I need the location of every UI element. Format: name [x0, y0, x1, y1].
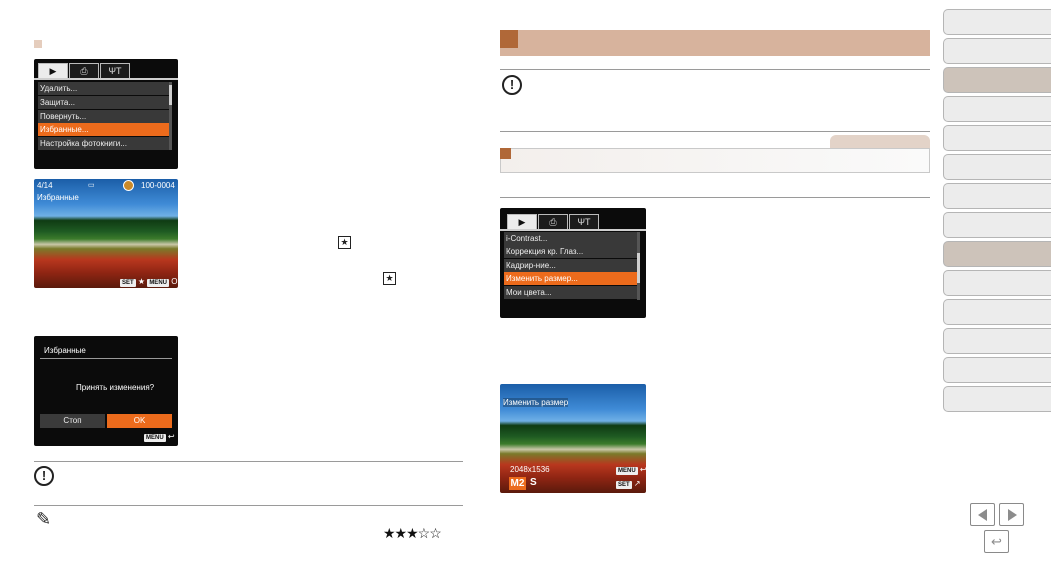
favorites-photo-screen: 4/14 ▭ 100-0004 Избранные SET ★ MENU OK	[34, 179, 178, 288]
dialog-title: Избранные	[44, 346, 86, 355]
nav-section-3[interactable]	[943, 67, 1051, 93]
tab-playback[interactable]: ▶	[38, 63, 68, 78]
tab-setup[interactable]: ΨT	[569, 214, 599, 229]
menu-item-favorites[interactable]: Избранные...	[38, 123, 171, 136]
caution-rule-top	[500, 69, 930, 70]
mode-label: Избранные	[37, 193, 79, 202]
tab-setup[interactable]: ΨT	[100, 63, 130, 78]
nav-section-2[interactable]	[943, 38, 1051, 64]
size-s-option[interactable]: S	[530, 477, 537, 488]
menu-tab-rule	[500, 229, 646, 231]
dialog-question: Принять изменения?	[76, 383, 155, 392]
nav-section-9[interactable]	[943, 241, 1051, 267]
section-title-marker	[500, 30, 518, 48]
stop-button[interactable]: Стоп	[40, 414, 105, 428]
tab-print[interactable]: ⎙	[538, 214, 568, 229]
menu-item-resize[interactable]: Изменить размер...	[504, 272, 637, 285]
prev-arrow-icon	[978, 509, 987, 521]
menu-item-my-colors[interactable]: Мои цвета...	[504, 286, 637, 299]
nav-section-7[interactable]	[943, 183, 1051, 209]
menu-item-protect[interactable]: Защита...	[38, 96, 171, 109]
battery-icon: ▭	[88, 182, 95, 189]
divider	[500, 197, 930, 198]
tab-playback[interactable]: ▶	[507, 214, 537, 229]
subsection-title-bar	[500, 148, 930, 173]
nav-section-13[interactable]	[943, 357, 1051, 383]
menu-item-photobook[interactable]: Настройка фотокниги...	[38, 137, 171, 150]
resolution-label: 2048x1536	[510, 465, 550, 474]
menu-tabs: ▶ ⎙ ΨT	[38, 63, 131, 78]
back-icon: ↩	[167, 432, 175, 441]
pencil-icon: ✎	[36, 509, 52, 529]
menu-item-i-contrast[interactable]: i-Contrast...	[504, 232, 637, 245]
menu-item-crop[interactable]: Кадрир-ние...	[504, 259, 637, 272]
set-key: SET	[120, 279, 136, 287]
star-box-icon: ★	[383, 272, 396, 285]
menu-scroll-thumb[interactable]	[169, 85, 172, 105]
resize-photo-screen: Изменить размер 2048x1536 M2 S MENU ↩ SE…	[500, 384, 646, 493]
nav-section-6[interactable]	[943, 154, 1051, 180]
size-m2-badge[interactable]: M2	[509, 477, 526, 490]
menu-key: MENU	[616, 467, 638, 475]
dialog-back-hint: MENU ↩	[144, 432, 175, 442]
menu-item-red-eye[interactable]: Коррекция кр. Глаз...	[504, 245, 637, 258]
menu-item-delete[interactable]: Удалить...	[38, 82, 171, 95]
nav-section-4[interactable]	[943, 96, 1051, 122]
caution-rule-bottom	[34, 505, 463, 506]
back-icon: ↩	[991, 534, 1002, 549]
next-arrow-icon	[1008, 509, 1017, 521]
mode-label: Изменить размер	[503, 398, 569, 407]
nav-section-12[interactable]	[943, 328, 1051, 354]
rating-stars: ★★★☆☆	[383, 525, 442, 541]
menu-scroll-thumb[interactable]	[637, 253, 640, 283]
nav-section-5[interactable]	[943, 125, 1051, 151]
nav-section-8[interactable]	[943, 212, 1051, 238]
next-page-button[interactable]	[999, 503, 1024, 526]
caution-rule-bottom	[500, 131, 930, 132]
section-title-bar	[500, 30, 930, 56]
back-icon: ↩	[639, 465, 646, 474]
nav-section-1[interactable]	[943, 9, 1051, 35]
tab-print[interactable]: ⎙	[69, 63, 99, 78]
set-edit-hint: SET ↗	[616, 479, 641, 489]
menu-tab-rule	[34, 78, 178, 80]
menu-back-hint: MENU ↩	[616, 465, 646, 475]
caution-icon: !	[34, 466, 54, 486]
menu-tabs: ▶ ⎙ ΨT	[507, 214, 600, 229]
caution-rule-top	[34, 461, 463, 462]
favorite-indicator-icon	[123, 180, 134, 191]
section-marker-small	[34, 40, 42, 48]
menu-item-rotate[interactable]: Повернуть...	[38, 110, 171, 123]
ok-button[interactable]: OK	[107, 414, 172, 428]
edit-icon: ↗	[633, 479, 641, 488]
nav-section-10[interactable]	[943, 270, 1051, 296]
caution-icon: !	[502, 75, 522, 95]
star-box-icon: ★	[338, 236, 351, 249]
image-counter: 4/14	[37, 181, 53, 190]
nav-section-14[interactable]	[943, 386, 1051, 412]
menu-key: MENU	[144, 434, 166, 442]
menu-key: MENU	[147, 279, 169, 287]
playback-menu-screen-2: ▶ ⎙ ΨT i-Contrast... Коррекция кр. Глаз.…	[500, 208, 646, 318]
playback-menu-screen: ▶ ⎙ ΨT Удалить... Защита... Повернуть...…	[34, 59, 178, 169]
ok-label: OK	[171, 277, 178, 286]
prev-page-button[interactable]	[970, 503, 995, 526]
back-page-button[interactable]: ↩	[984, 530, 1009, 553]
confirm-dialog-screen: Избранные Принять изменения? Стоп OK MEN…	[34, 336, 178, 446]
bottom-hints: SET ★ MENU OK	[120, 277, 178, 287]
star-icon: ★	[137, 277, 146, 286]
dialog-title-rule	[40, 358, 172, 359]
subsection-marker	[500, 148, 511, 159]
file-number: 100-0004	[141, 181, 175, 190]
set-key: SET	[616, 481, 632, 489]
nav-section-11[interactable]	[943, 299, 1051, 325]
subsection-tab	[830, 135, 930, 148]
